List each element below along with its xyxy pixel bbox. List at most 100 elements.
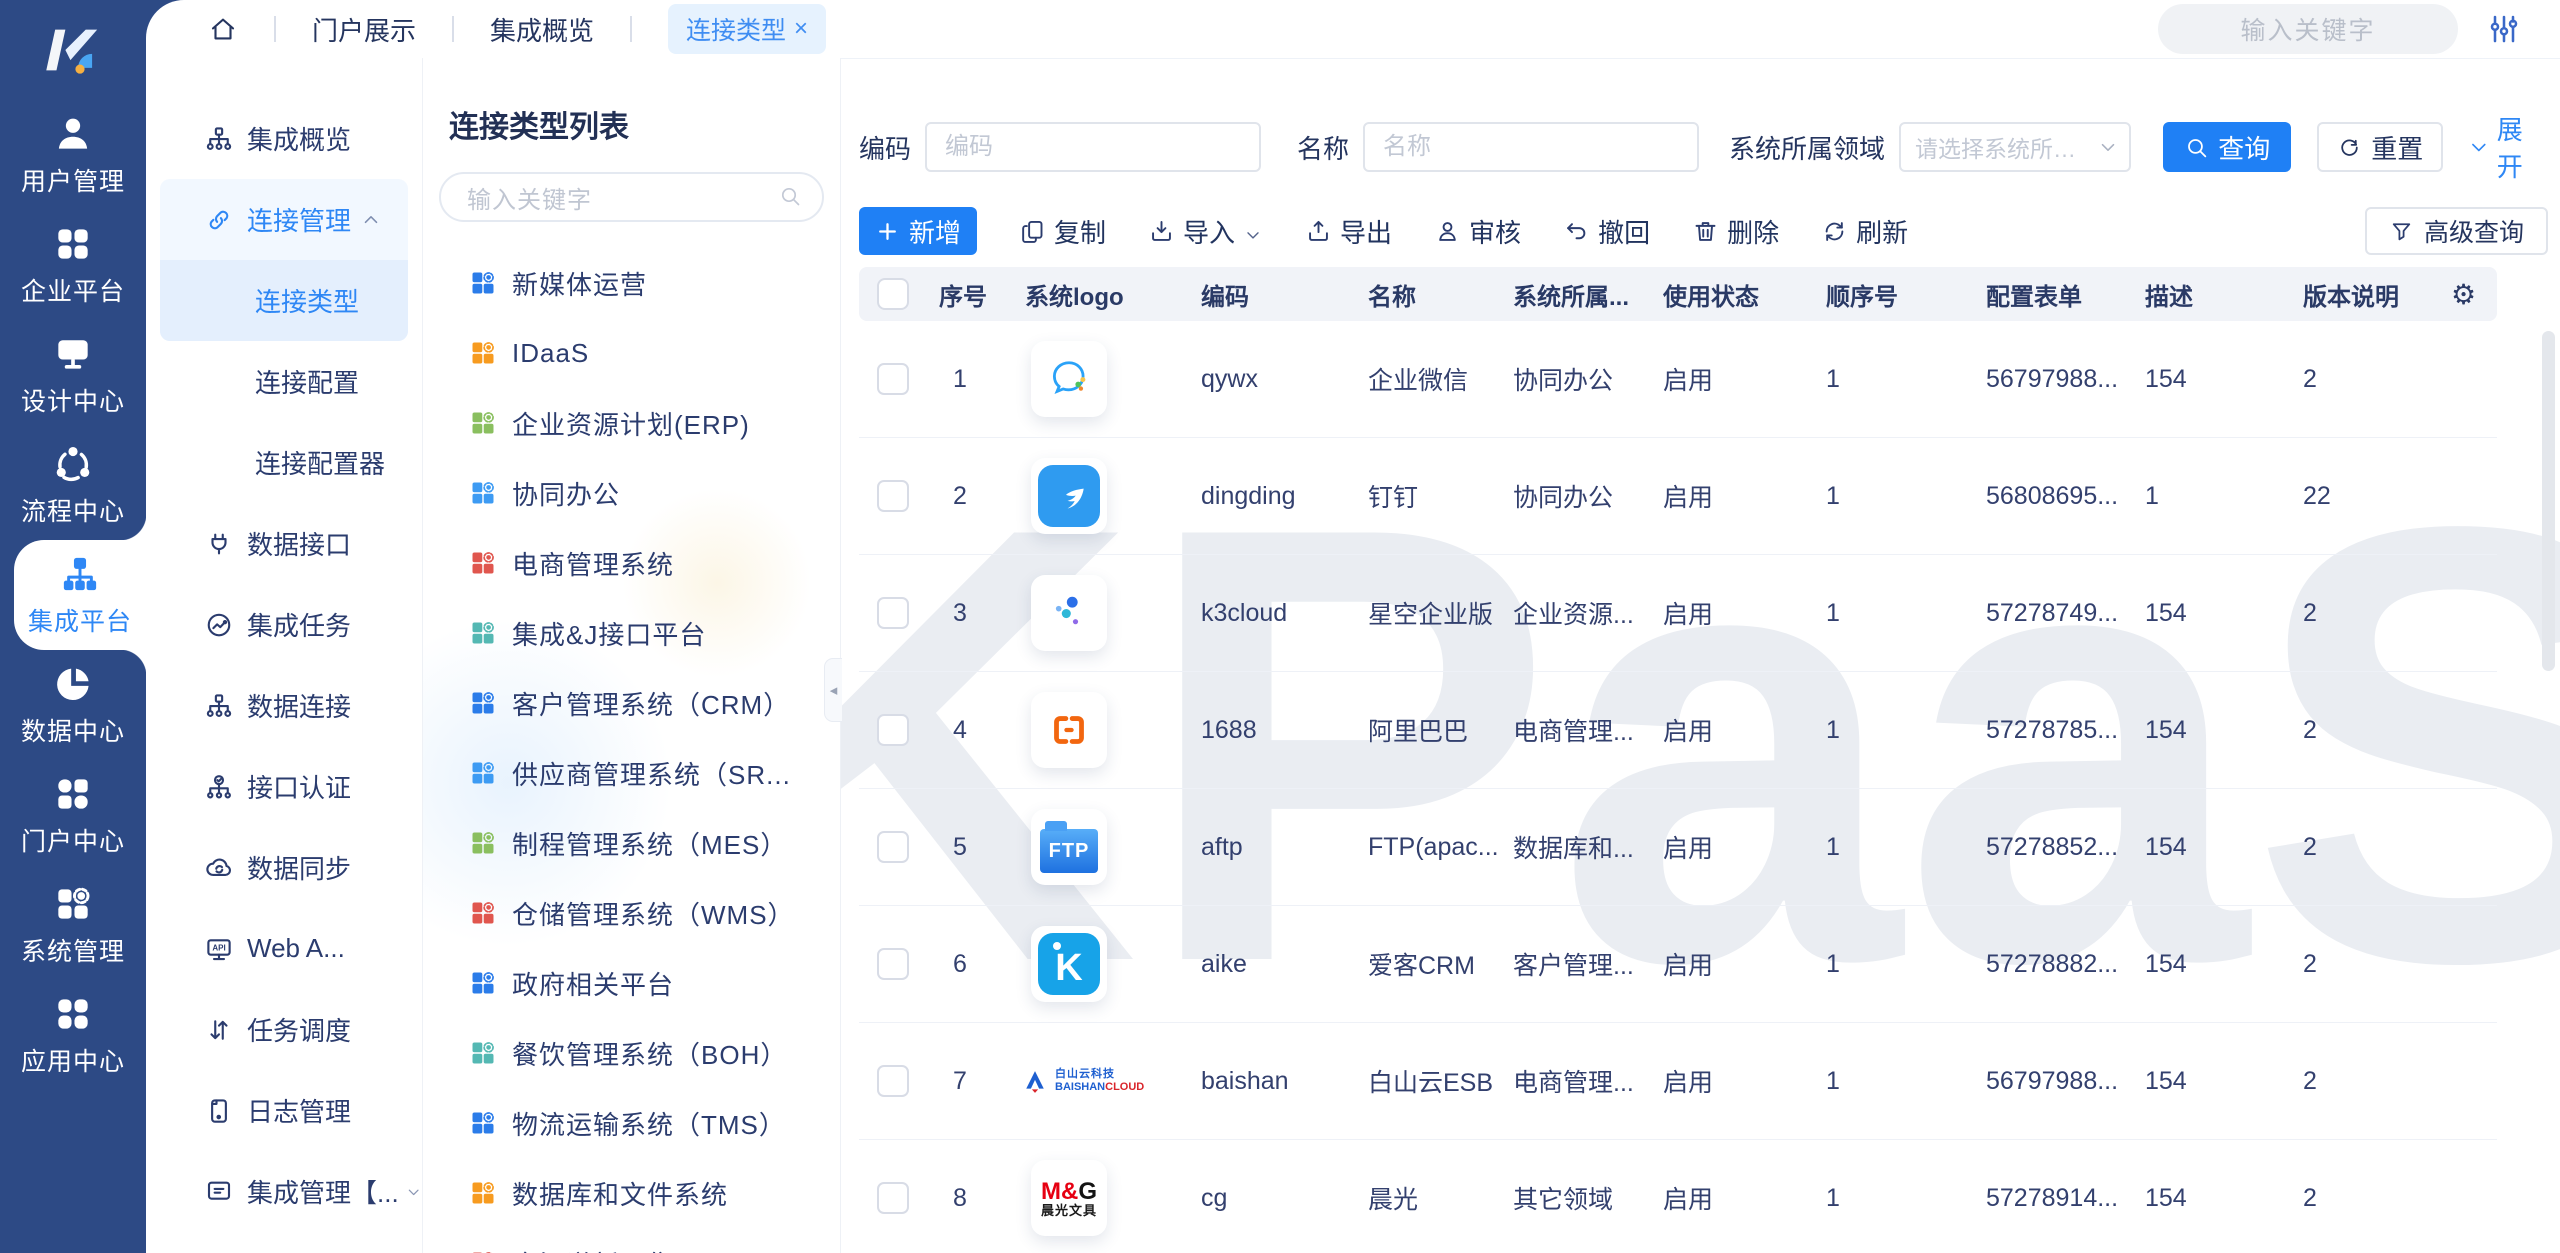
sidebar-item-8[interactable]: 任务调度 — [146, 989, 422, 1070]
panel-collapse-handle[interactable]: ◂ — [824, 658, 842, 722]
column-header-9[interactable]: 描述 — [2137, 277, 2295, 312]
tab-connection-type[interactable]: 连接类型 × — [668, 4, 827, 54]
connection-type-item-8[interactable]: 供应商管理系统（SR... — [423, 738, 840, 808]
sidebar-subitem[interactable]: 连接配置器 — [146, 422, 422, 503]
toolbar-button-撤回[interactable]: 撤回 — [1563, 213, 1650, 250]
row-checkbox[interactable] — [877, 480, 909, 512]
row-checkbox[interactable] — [877, 948, 909, 980]
sliders-filter-icon[interactable] — [2486, 11, 2522, 47]
table-row-6[interactable]: 6 Kaike 爱客CRM 客户管理... 启用 1 57278882... 154 2 — [859, 906, 2497, 1023]
sidebar-item-9[interactable]: 日志管理 — [146, 1070, 422, 1151]
domain-select[interactable]: 请选择系统所属领域 — [1898, 122, 2131, 172]
row-checkbox[interactable] — [877, 1182, 909, 1214]
column-header-8[interactable]: 配置表单 — [1978, 277, 2137, 312]
table-row-7[interactable]: 7 白山云科技 BAISHANCLOUD baishan 白山云ESB 电商管理... 启用… — [859, 1023, 2497, 1140]
sidebar-item-10[interactable]: 集成管理【... — [146, 1151, 422, 1232]
table-row-3[interactable]: 3 k3cloud 星空企业版 企业资源... 启用 1 57278749... 154 2 — [859, 555, 2497, 672]
panel-search-input[interactable]: 输入关键字 — [439, 172, 824, 222]
sidebar-item-group-head[interactable]: 连接管理 — [160, 179, 408, 260]
connection-type-item-7[interactable]: 客户管理系统（CRM） — [423, 668, 840, 738]
connection-type-item-15[interactable]: 全渠道新零售 — [423, 1228, 840, 1253]
sidebar-item-6[interactable]: 数据同步 — [146, 827, 422, 908]
connection-type-item-14[interactable]: 数据库和文件系统 — [423, 1158, 840, 1228]
toolbar-button-审核[interactable]: 审核 — [1434, 213, 1521, 250]
sidebar-item-5[interactable]: 接口认证 — [146, 746, 422, 827]
column-header-3[interactable]: 编码 — [1193, 277, 1360, 312]
connection-type-item-2[interactable]: IDaaS — [423, 318, 840, 388]
rail-item-3[interactable]: 设计中心 — [0, 320, 146, 430]
sidebar-subitem-active[interactable]: 连接类型 — [160, 260, 408, 341]
connection-type-item-3[interactable]: 企业资源计划(ERP) — [423, 388, 840, 458]
sidebar-item-3[interactable]: 集成任务 — [146, 584, 422, 665]
advanced-query-button[interactable]: 高级查询 — [2364, 207, 2548, 255]
table-row-2[interactable]: 2 dingding 钉钉 协同办公 启用 1 56808695... 1 22 — [859, 438, 2497, 555]
connection-type-item-4[interactable]: 协同办公 — [423, 458, 840, 528]
column-header-7[interactable]: 顺序号 — [1818, 277, 1978, 312]
cell-domain: 电商管理... — [1513, 718, 1634, 746]
wecom-logo — [1031, 341, 1107, 417]
topbar-item-2[interactable]: 集成概览 — [490, 11, 594, 48]
toolbar-button-刷新[interactable]: 刷新 — [1821, 213, 1908, 250]
code-filter-input[interactable] — [925, 122, 1261, 172]
home-icon[interactable] — [208, 14, 238, 44]
global-search-input[interactable]: 输入关键字 — [2158, 4, 2458, 54]
import-icon — [1148, 218, 1175, 245]
table-scrollbar[interactable] — [2542, 331, 2555, 671]
column-header-5[interactable]: 系统所属... — [1505, 277, 1655, 312]
cell-form: 57278852... — [1986, 832, 2119, 861]
query-button[interactable]: 查询 — [2162, 122, 2292, 172]
toolbar-button-导出[interactable]: 导出 — [1305, 213, 1392, 250]
connection-type-item-13[interactable]: 物流运输系统（TMS） — [423, 1088, 840, 1158]
cell-form: 57278882... — [1986, 949, 2119, 978]
row-checkbox[interactable] — [877, 363, 909, 395]
rail-item-1[interactable]: 用户管理 — [0, 100, 146, 210]
sidebar-subitem[interactable]: 连接配置 — [146, 341, 422, 422]
sidebar-item-4[interactable]: 数据连接 — [146, 665, 422, 746]
tab-close-icon[interactable]: × — [794, 17, 808, 41]
rail-item-5[interactable]: 集成平台 — [14, 514, 146, 676]
rail-item-6[interactable]: 数据中心 — [0, 650, 146, 760]
toolbar-button-导入[interactable]: 导入 — [1148, 213, 1263, 250]
rail-item-7[interactable]: 门户中心 — [0, 760, 146, 870]
table-row-4[interactable]: 4 1688 阿里巴巴 电商管理... 启用 1 57278785... 154 2 — [859, 672, 2497, 789]
row-checkbox[interactable] — [877, 831, 909, 863]
connection-type-item-11[interactable]: 政府相关平台 — [423, 948, 840, 1018]
connection-type-item-6[interactable]: 集成&J接口平台 — [423, 598, 840, 668]
rail-item-8[interactable]: 系统管理 — [0, 870, 146, 980]
connection-type-item-1[interactable]: 新媒体运营 — [423, 248, 840, 318]
connection-type-item-5[interactable]: 电商管理系统 — [423, 528, 840, 598]
message-icon — [204, 1177, 234, 1207]
sidebar-item-0[interactable]: 集成概览 — [146, 98, 422, 179]
rail-item-2[interactable]: 企业平台 — [0, 210, 146, 320]
toolbar-button-删除[interactable]: 删除 — [1692, 213, 1779, 250]
column-header-6[interactable]: 使用状态 — [1655, 277, 1818, 312]
reset-button[interactable]: 重置 — [2317, 122, 2444, 172]
connection-type-item-10[interactable]: 仓储管理系统（WMS） — [423, 878, 840, 948]
rail-item-9[interactable]: 应用中心 — [0, 980, 146, 1090]
cell-status: 启用 — [1663, 601, 1714, 629]
column-settings-gear-icon[interactable]: ⚙ — [2447, 278, 2497, 311]
connection-type-item-9[interactable]: 制程管理系统（MES） — [423, 808, 840, 878]
column-header-10[interactable]: 版本说明 — [2295, 277, 2447, 312]
sidebar-item-7[interactable]: API Web A... — [146, 908, 422, 989]
topbar-item-1[interactable]: 门户展示 — [312, 11, 416, 48]
expand-link[interactable]: 展开 — [2467, 110, 2548, 184]
table-row-1[interactable]: 1 qywx 企业微信 协同办公 启用 1 56797988... 154 2 — [859, 321, 2497, 438]
row-checkbox[interactable] — [877, 597, 909, 629]
column-header-4[interactable]: 名称 — [1360, 277, 1505, 312]
add-button[interactable]: 新增 — [859, 207, 977, 255]
app-logo[interactable] — [0, 0, 146, 100]
cell-domain: 其它领域 — [1513, 1186, 1614, 1214]
select-all-checkbox[interactable] — [877, 278, 909, 310]
column-header-2[interactable]: 系统logo — [1017, 277, 1193, 312]
column-header-1[interactable]: 序号 — [931, 277, 1017, 312]
name-filter-input[interactable] — [1362, 122, 1699, 172]
table-row-8[interactable]: 8 M&G 晨光文具 cg 晨光 其它领域 启用 1 57278914... 154 2 — [859, 1140, 2497, 1253]
sidebar-item-2[interactable]: 数据接口 — [146, 503, 422, 584]
type-grid-icon — [469, 759, 497, 787]
row-checkbox[interactable] — [877, 1065, 909, 1097]
connection-type-item-12[interactable]: 餐饮管理系统（BOH） — [423, 1018, 840, 1088]
toolbar-button-复制[interactable]: 复制 — [1019, 213, 1106, 250]
row-checkbox[interactable] — [877, 714, 909, 746]
table-row-5[interactable]: 5 FTP aftp FTP(apac... 数据库和... 启用 1 57278852...… — [859, 789, 2497, 906]
